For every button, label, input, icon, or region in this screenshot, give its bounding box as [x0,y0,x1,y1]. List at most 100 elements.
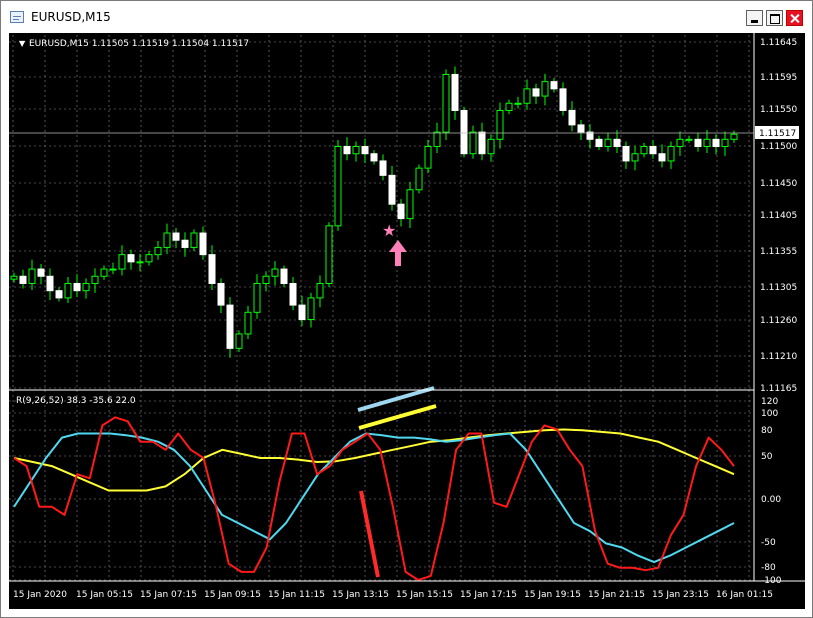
candle-body [388,174,396,205]
candle-body [55,290,63,299]
price-label: 1.11260 [760,316,797,326]
candle-body [694,138,702,148]
maximize-button[interactable] [766,10,783,26]
candle-body [379,160,387,176]
price-chart-svg[interactable]: ★ ▼ EURUSD,M15 1.11505 1.11519 1.11504 1… [9,33,805,609]
indicator-label: 50 [761,452,773,462]
candle-body [658,153,666,162]
candle-body [253,282,261,313]
indicator-label: 80 [761,426,773,436]
candle-body [208,254,216,284]
candle-body [523,88,531,104]
candle-body [73,282,81,292]
candle-body [721,138,729,148]
candle-body [109,268,117,271]
trend-mark-red [359,490,380,578]
time-label: 15 Jan 13:15 [332,590,389,600]
indicator-axis-labels: 120 100 80 50 0.00 -50 -80 -100 [761,397,782,586]
price-label: 1.11165 [760,384,797,394]
indicator-label: 0.00 [761,495,781,505]
candle-body [415,167,423,191]
candle-body [550,81,558,90]
current-price-label: 1.11517 [759,129,796,139]
trend-mark-yellow [358,404,437,430]
candle-body [352,146,360,155]
candle-body [559,88,567,111]
time-axis-labels: 15 Jan 2020 15 Jan 05:15 15 Jan 07:15 15… [13,590,773,600]
candle-body [163,232,171,248]
indicator-label: -100 [761,576,782,586]
candle-body [460,109,468,155]
candle-body [181,239,189,248]
candle-body [19,275,27,284]
candle-body [271,268,279,277]
time-label: 16 Jan 01:15 [716,590,773,600]
candle-body [469,131,477,155]
indicator-label: 120 [761,397,778,407]
candle-body [343,146,351,155]
candle-body [604,138,612,148]
star-marker-icon: ★ [382,221,396,240]
candle-body [496,109,504,140]
candle-body [334,146,342,227]
price-label: 1.11305 [760,283,797,293]
chart-header: EURUSD,M15 1.11505 1.11519 1.11504 1.115… [29,39,249,49]
minimize-button[interactable] [746,10,763,26]
chart-area[interactable]: ★ ▼ EURUSD,M15 1.11505 1.11519 1.11504 1… [9,33,805,609]
candle-body [541,81,549,97]
candle-body [235,333,243,349]
candle-body [82,282,90,292]
candle-body [451,73,459,111]
candle-body [613,138,621,148]
candle-body [91,275,99,284]
candle-body [118,254,126,270]
chart-dropdown-icon[interactable]: ▼ [19,39,26,48]
chart-window: EURUSD,M15 ★ ▼ EURUSD,M15 1.11505 1.1151… [0,0,813,618]
candle-body [433,131,441,148]
candle-body [64,282,72,299]
trend-mark-blue [357,386,435,412]
candle-body [667,146,675,162]
candle-body [244,311,252,335]
candle-body [10,275,18,280]
price-label: 1.11550 [760,105,797,115]
price-label: 1.11355 [760,247,797,257]
candle-body [298,304,306,321]
candle-body [280,268,288,284]
candle-body [577,124,585,133]
time-label: 15 Jan 19:15 [524,590,581,600]
title-bar[interactable]: EURUSD,M15 [1,1,812,33]
close-button[interactable] [786,10,803,26]
candle-body [730,133,738,140]
price-label: 1.11450 [760,179,797,189]
price-label: 1.11405 [760,211,797,221]
candle-body [712,138,720,148]
time-label: 15 Jan 21:15 [588,590,645,600]
price-label: 1.11210 [760,352,797,362]
candle-body [424,146,432,169]
candle-body [568,109,576,126]
price-label: 1.11645 [760,38,797,48]
chart-window-icon [10,11,24,23]
candle-body [487,138,495,155]
candlestick-series [10,66,738,358]
candle-body [28,268,36,284]
indicator-label: 100 [761,409,778,419]
candle-body [217,282,225,306]
candle-body [199,232,207,256]
time-label: 15 Jan 17:15 [460,590,517,600]
indicator-label: -80 [761,563,776,573]
time-label: 15 Jan 11:15 [268,590,325,600]
window-title: EURUSD,M15 [31,10,111,24]
candle-body [397,203,405,220]
indicator-line-cyan [13,432,735,564]
price-label: 1.11595 [760,73,797,83]
candle-body [505,102,513,111]
time-label: 15 Jan 07:15 [140,590,197,600]
candle-body [100,268,108,277]
candle-body [703,138,711,148]
candle-body [37,268,45,277]
candle-body [289,282,297,306]
candle-body [136,261,144,264]
price-label: 1.11500 [760,142,797,152]
